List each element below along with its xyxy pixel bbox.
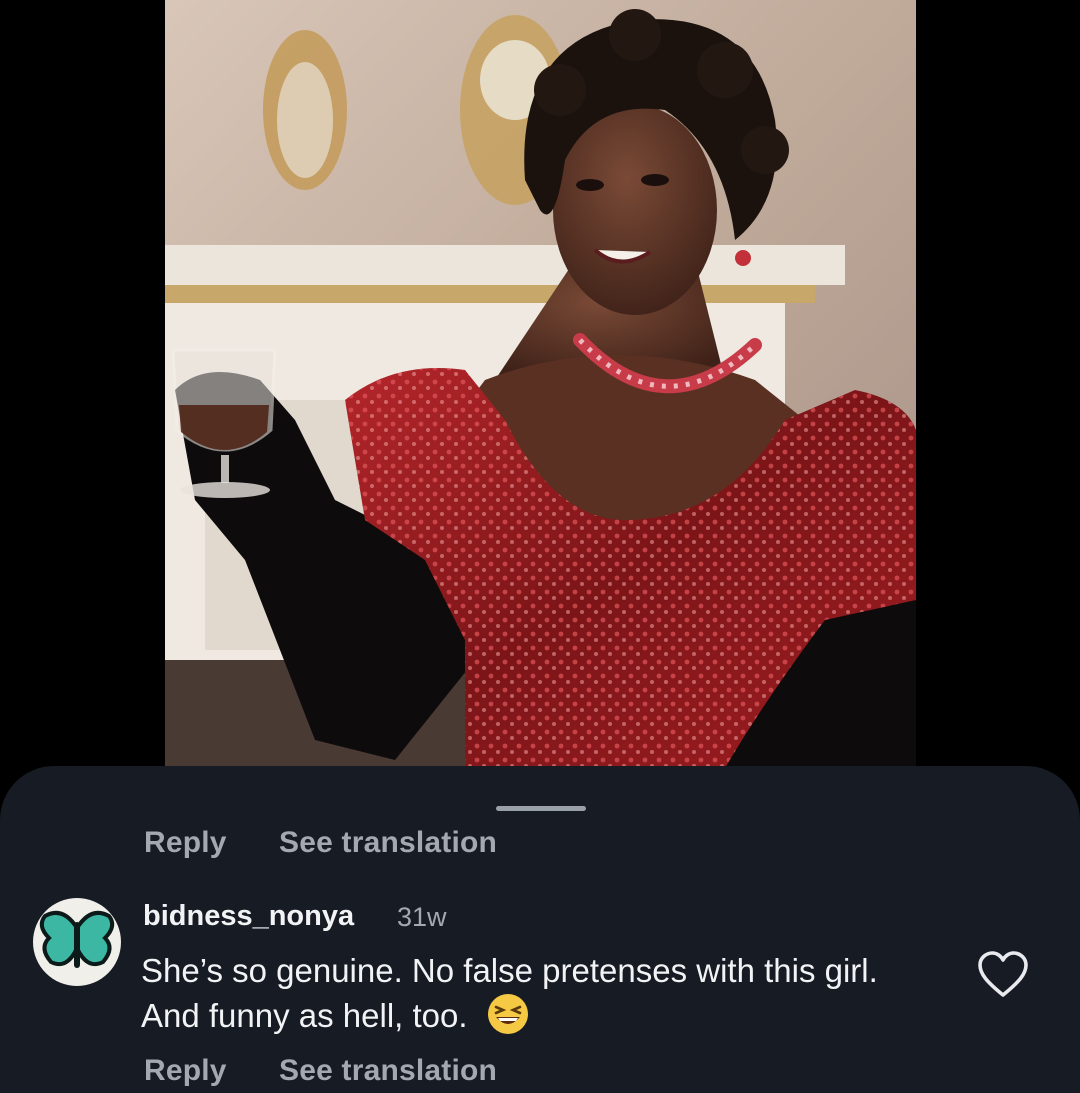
comment-body: She’s so genuine. No false pretenses wit…: [141, 948, 941, 1038]
butterfly-icon: [39, 911, 115, 968]
see-translation-button[interactable]: See translation: [279, 826, 497, 860]
comments-sheet: Reply See translation bidness_nonya 31w …: [0, 766, 1080, 1093]
sheet-drag-handle[interactable]: [496, 806, 586, 811]
comment-reply-button[interactable]: Reply: [144, 1054, 227, 1088]
comment-see-translation-button[interactable]: See translation: [279, 1054, 497, 1088]
comment-username[interactable]: bidness_nonya: [143, 900, 354, 933]
post-photo[interactable]: [165, 0, 916, 768]
reply-button[interactable]: Reply: [144, 826, 227, 860]
comment-timestamp: 31w: [397, 902, 447, 932]
heart-icon[interactable]: [977, 951, 1029, 999]
avatar[interactable]: [33, 898, 121, 986]
photo-illustration: [165, 0, 916, 768]
grinning-squinting-face-icon: [487, 994, 528, 1034]
